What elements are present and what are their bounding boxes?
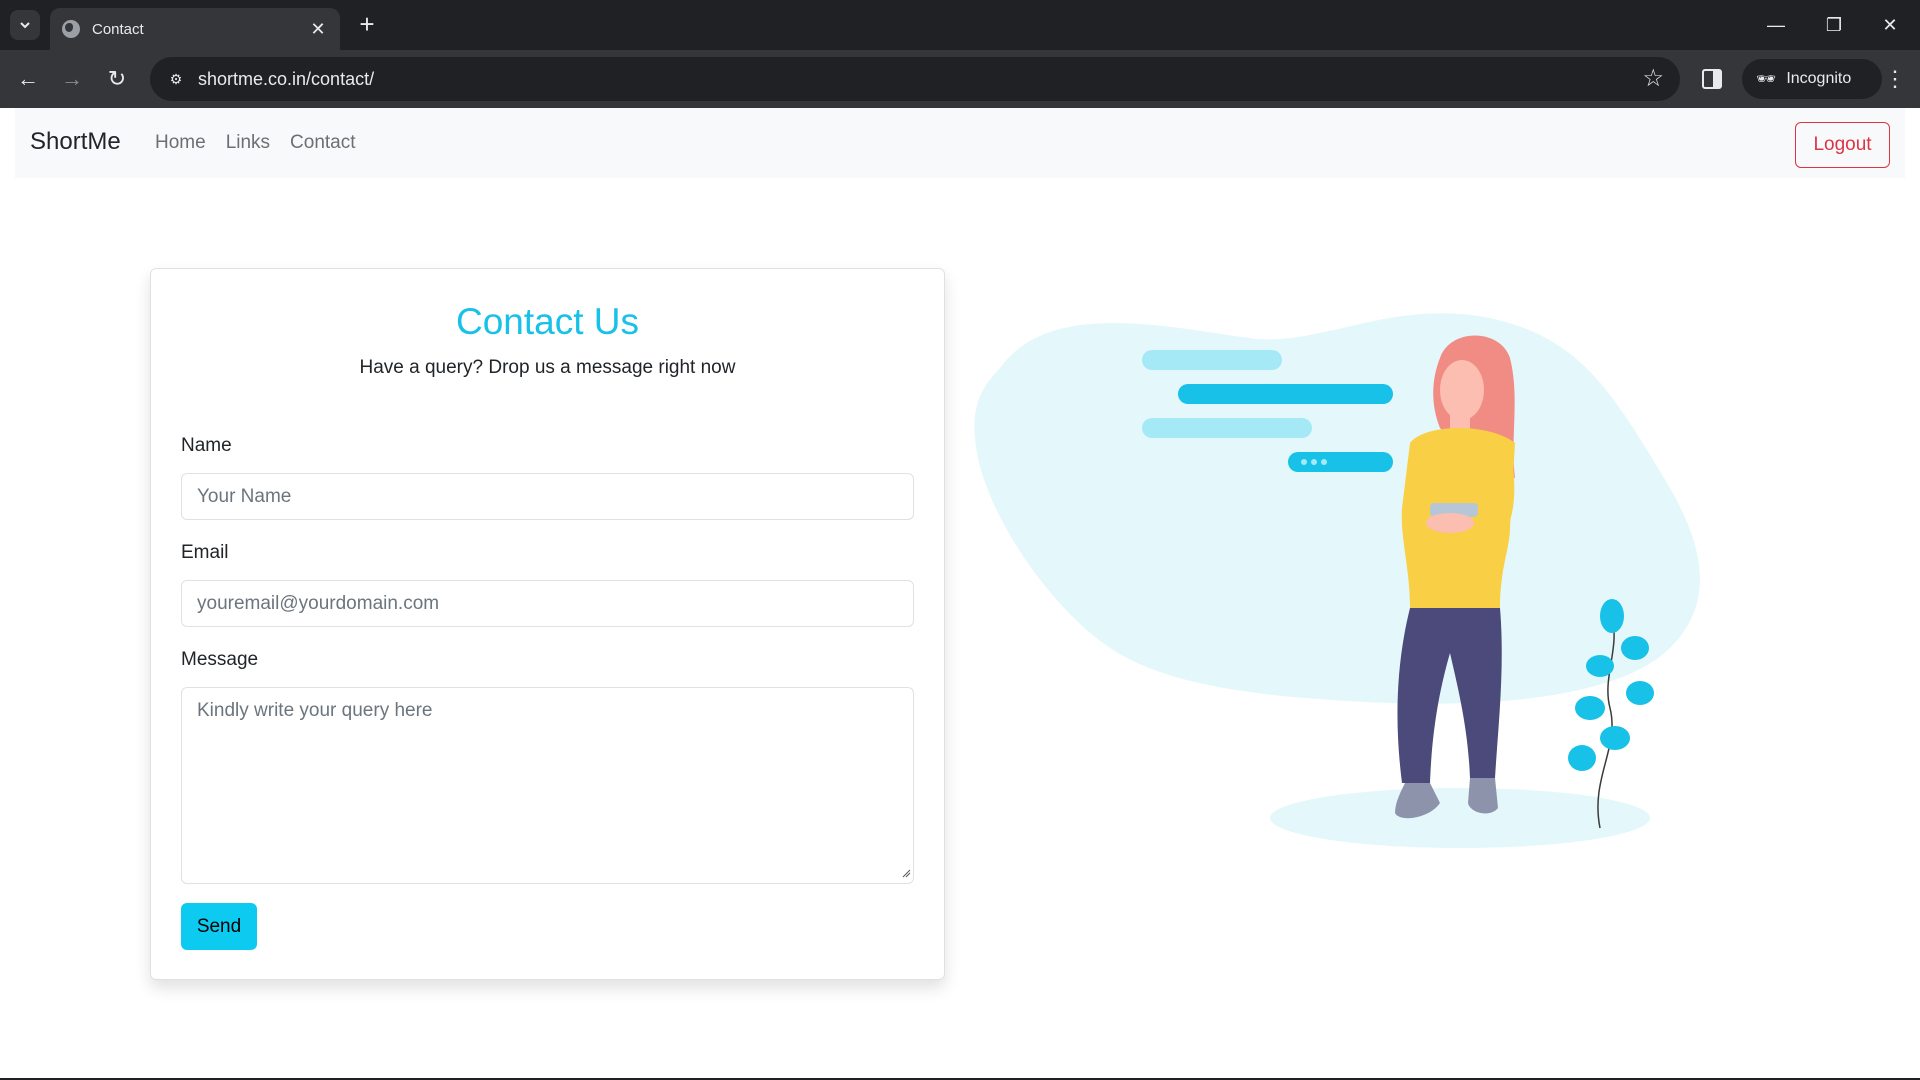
plant-leaf xyxy=(1568,745,1596,771)
floor-shadow xyxy=(1270,788,1650,848)
plant-leaf xyxy=(1586,655,1614,677)
plant-leaf xyxy=(1600,726,1630,750)
message-label: Message xyxy=(181,649,259,670)
new-tab-button[interactable]: + xyxy=(352,10,382,40)
star-icon[interactable]: ☆ xyxy=(1642,65,1664,93)
minimize-button[interactable]: — xyxy=(1756,10,1796,40)
shoe xyxy=(1468,778,1498,814)
back-button[interactable]: ← xyxy=(11,62,45,96)
tune-icon[interactable]: ⚙ xyxy=(164,67,188,91)
chat-bubble xyxy=(1178,384,1393,404)
face xyxy=(1440,360,1484,420)
browser-tab-bar: Contact ✕ + — ❐ ✕ xyxy=(0,0,1920,50)
page-content: ShortMe Home Links Contact Logout Contac… xyxy=(0,108,1920,1078)
resize-grip-icon[interactable] xyxy=(901,868,911,878)
typing-dot xyxy=(1311,459,1317,465)
page-title: Contact Us xyxy=(455,301,639,342)
browser-toolbar: ← → ↻ ⚙ shortme.co.in/contact/ ☆ 🕶 Incog… xyxy=(0,50,1920,108)
plant-leaf xyxy=(1626,681,1654,705)
chevron-down-icon xyxy=(20,22,30,29)
nav-link-links[interactable]: Links xyxy=(226,132,270,154)
incognito-badge[interactable]: 🕶 Incognito xyxy=(1742,59,1882,99)
brand-logo[interactable]: ShortMe xyxy=(30,128,121,156)
nav-link-home[interactable]: Home xyxy=(155,132,206,154)
url-text[interactable]: shortme.co.in/contact/ xyxy=(198,69,1680,90)
arrow-right-icon: → xyxy=(61,66,83,91)
more-vert-icon[interactable]: ⋮ xyxy=(1884,62,1906,96)
contact-illustration xyxy=(974,313,1700,848)
send-button[interactable]: Send xyxy=(181,903,257,950)
email-label: Email xyxy=(181,542,229,563)
reload-icon: ↻ xyxy=(107,66,127,91)
restore-icon: ❐ xyxy=(1825,15,1843,35)
minimize-icon: — xyxy=(1767,15,1785,35)
tab-search-button[interactable] xyxy=(10,10,40,40)
incognito-label: Incognito xyxy=(1786,70,1852,87)
name-label: Name xyxy=(181,435,232,456)
page-subtitle: Have a query? Drop us a message right no… xyxy=(359,357,736,378)
nav-links: Home Links Contact xyxy=(155,132,356,154)
name-input[interactable] xyxy=(181,473,914,520)
close-icon: ✕ xyxy=(1882,15,1898,35)
site-navbar: ShortMe Home Links Contact Logout xyxy=(15,108,1905,178)
globe-icon xyxy=(62,20,80,38)
plant-leaf xyxy=(1621,636,1649,660)
plant-leaf xyxy=(1575,696,1605,720)
side-panel-icon[interactable] xyxy=(1702,69,1722,89)
arrow-left-icon: ← xyxy=(17,66,39,91)
message-textarea[interactable] xyxy=(181,687,914,884)
forward-button[interactable]: → xyxy=(55,62,89,96)
background-blob xyxy=(974,313,1700,704)
window-close-button[interactable]: ✕ xyxy=(1870,10,1910,40)
chat-bubble xyxy=(1142,418,1312,438)
address-bar[interactable]: ⚙ shortme.co.in/contact/ ☆ xyxy=(150,57,1680,101)
reload-button[interactable]: ↻ xyxy=(100,62,134,96)
hands xyxy=(1426,513,1474,533)
tab-title: Contact xyxy=(92,20,144,38)
contact-form-card: Contact Us Have a query? Drop us a messa… xyxy=(150,268,945,980)
incognito-icon: 🕶 xyxy=(1756,71,1777,88)
typing-dot xyxy=(1301,459,1307,465)
typing-dot xyxy=(1321,459,1327,465)
chat-bubble xyxy=(1142,350,1282,370)
close-icon[interactable]: ✕ xyxy=(308,19,328,40)
plus-icon: + xyxy=(359,9,375,39)
email-input[interactable] xyxy=(181,580,914,627)
browser-tab[interactable]: Contact ✕ xyxy=(50,8,340,50)
logout-button[interactable]: Logout xyxy=(1795,122,1890,168)
restore-button[interactable]: ❐ xyxy=(1814,10,1854,40)
nav-link-contact[interactable]: Contact xyxy=(290,132,355,154)
plant-leaf xyxy=(1600,599,1624,633)
